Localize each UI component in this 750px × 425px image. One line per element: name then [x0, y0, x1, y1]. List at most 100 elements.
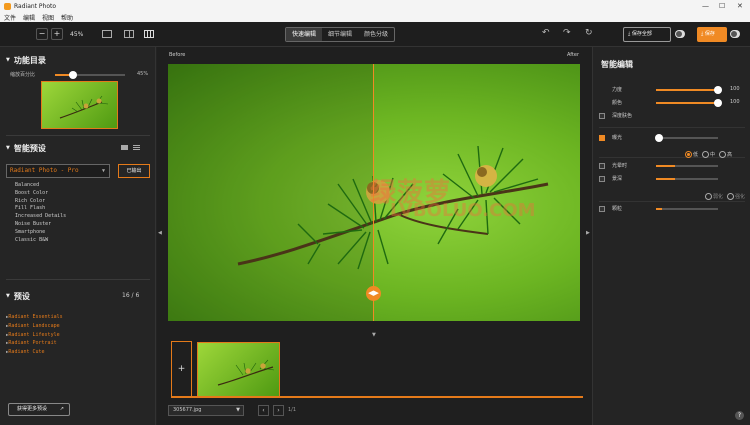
- maximize-button[interactable]: ☐: [719, 2, 725, 10]
- compare-toggle[interactable]: [675, 30, 685, 38]
- undo-icon[interactable]: ↶: [542, 28, 550, 38]
- radio-mid-label: 中: [710, 152, 716, 158]
- adjustment-slider[interactable]: [655, 134, 718, 142]
- adjustment-slider-fill: [656, 165, 675, 167]
- export-label: 保存: [704, 31, 715, 37]
- filmstrip-thumbnail[interactable]: [197, 342, 280, 397]
- smart-style-item[interactable]: Boost Color: [15, 190, 66, 198]
- thumb-scale-knob[interactable]: [68, 71, 77, 79]
- get-more-presets-label: 获得更多预设: [17, 406, 48, 412]
- navigator-thumbnail[interactable]: [41, 81, 118, 129]
- list-view-icon[interactable]: [133, 145, 140, 150]
- adjustment-checkbox[interactable]: [599, 113, 605, 119]
- adjustment-slider-fill: [656, 178, 675, 180]
- section-smart-presets[interactable]: 智能预设: [6, 143, 46, 154]
- single-view-icon[interactable]: [102, 30, 112, 38]
- tab-color-grading[interactable]: 颜色分级: [358, 28, 394, 41]
- reset-icon[interactable]: ↻: [585, 28, 593, 38]
- thumbnail-branch-image: [59, 95, 109, 119]
- next-image-button[interactable]: ›: [273, 405, 284, 416]
- edit-mode-tabs: 快速编辑 细节编辑 颜色分级: [285, 27, 396, 42]
- preset-category-item[interactable]: Radiant Essentials: [6, 313, 62, 322]
- radio-icon: [727, 193, 735, 200]
- adjustment-slider[interactable]: [656, 165, 718, 167]
- preset-category-item[interactable]: Radiant Cute: [6, 348, 63, 357]
- export-button[interactable]: ⤓ 保存: [697, 27, 727, 42]
- depth-radio-group: 弱化 强化: [705, 193, 745, 200]
- radio-high[interactable]: 高: [719, 151, 732, 158]
- thumb-scale-slider[interactable]: [55, 71, 125, 79]
- filmstrip-scrollbar[interactable]: [171, 396, 583, 398]
- zoom-in-button[interactable]: +: [51, 28, 63, 40]
- smart-style-item[interactable]: Noise Buster: [15, 221, 66, 229]
- smart-edit-title: 智能编辑: [601, 60, 633, 69]
- menu-edit[interactable]: 编辑: [23, 13, 35, 22]
- smart-style-item[interactable]: Rich Color: [15, 198, 66, 206]
- close-button[interactable]: ✕: [737, 2, 743, 10]
- preset-category-item[interactable]: Radiant Portrait: [6, 339, 63, 348]
- adjustment-checkbox[interactable]: [599, 135, 605, 141]
- apply-preset-button[interactable]: 已输出: [118, 164, 150, 178]
- menu-view[interactable]: 视图: [42, 13, 54, 22]
- zoom-level: 45%: [70, 31, 84, 38]
- adjustment-slider-knob[interactable]: [714, 99, 722, 107]
- smart-style-item[interactable]: Smartphone: [15, 229, 66, 237]
- adjustment-slider-knob[interactable]: [714, 86, 722, 94]
- menu-file[interactable]: 文件: [4, 13, 16, 22]
- save-all-button[interactable]: ⤓ 保存全部: [623, 27, 671, 42]
- before-label: Before: [169, 52, 186, 58]
- help-icon[interactable]: ?: [735, 411, 744, 420]
- radio-mid[interactable]: 中: [702, 151, 715, 158]
- export-options-toggle[interactable]: [730, 30, 740, 38]
- grid-view-icon[interactable]: [144, 30, 154, 38]
- collapse-right-arrow-icon[interactable]: ▶: [586, 230, 590, 236]
- adjustment-slider[interactable]: [656, 178, 718, 180]
- smart-style-item[interactable]: Increased Details: [15, 213, 66, 221]
- radio-soften[interactable]: 弱化: [705, 193, 723, 200]
- split-view-icon[interactable]: [124, 30, 134, 38]
- radio-icon: [719, 151, 727, 158]
- add-image-button[interactable]: +: [171, 341, 192, 398]
- preset-dropdown[interactable]: Radiant Photo - Pro ▼: [6, 164, 110, 178]
- main-photo[interactable]: 绿菠萝 LVBOLUO.COM ◀▶: [168, 64, 580, 321]
- adjustment-label: 力度: [612, 87, 623, 93]
- smart-style-item[interactable]: Classic B&W: [15, 237, 66, 245]
- adjustment-slider-knob[interactable]: [655, 134, 664, 142]
- save-all-label: 保存全部: [631, 31, 652, 37]
- radio-low[interactable]: 低: [685, 151, 698, 158]
- collapse-left-arrow-icon[interactable]: ◀: [158, 230, 162, 236]
- radio-enhance[interactable]: 强化: [727, 193, 745, 200]
- adjustment-checkbox[interactable]: [599, 163, 605, 169]
- adjustment-value: 100: [730, 86, 740, 92]
- adjustment-checkbox[interactable]: [599, 176, 605, 182]
- tab-quick-edit[interactable]: 快速编辑: [286, 28, 323, 41]
- prev-image-button[interactable]: ‹: [258, 405, 269, 416]
- section-presets[interactable]: 预设: [6, 291, 30, 302]
- tab-detail-edit[interactable]: 细节编辑: [322, 28, 358, 41]
- collapse-filmstrip-arrow-icon[interactable]: ▼: [372, 332, 376, 338]
- intensity-radio-group: 低 中 高: [685, 151, 732, 158]
- adjustment-slider-fill: [656, 102, 718, 104]
- smart-style-item[interactable]: Balanced: [15, 182, 66, 190]
- adjustment-slider[interactable]: [656, 86, 722, 94]
- split-handle-icon[interactable]: ◀▶: [366, 286, 381, 301]
- preset-category-item[interactable]: Radiant Lifestyle: [6, 331, 63, 340]
- thumbnail-view-icon[interactable]: [121, 145, 128, 150]
- title-bar: Radiant Photo — ☐ ✕ 文件 编辑 视图 帮助: [0, 0, 750, 22]
- external-link-icon: ↗: [59, 406, 64, 412]
- right-panel: 智能编辑 力度 100 颜色 100 深度肤色 曝光 光晕时 景深 颗粒 低 中 高 弱化 强化…: [592, 47, 750, 425]
- adjustment-checkbox[interactable]: [599, 206, 605, 212]
- adjustment-slider-fill: [656, 89, 718, 91]
- smart-style-item[interactable]: Fill Flash: [15, 205, 66, 213]
- redo-icon[interactable]: ↷: [563, 28, 571, 38]
- adjustment-slider[interactable]: [656, 208, 718, 210]
- zoom-out-button[interactable]: −: [36, 28, 48, 40]
- menu-help[interactable]: 帮助: [61, 13, 73, 22]
- minimize-button[interactable]: —: [702, 2, 709, 10]
- preset-category-item[interactable]: Radiant Landscape: [6, 322, 63, 331]
- file-selector[interactable]: 305677.jpg ▼: [168, 405, 244, 416]
- section-feature-catalog[interactable]: 功能目录: [6, 55, 46, 66]
- radio-enhance-label: 强化: [735, 194, 746, 200]
- adjustment-slider[interactable]: [656, 99, 722, 107]
- get-more-presets-button[interactable]: 获得更多预设 ↗: [8, 403, 70, 416]
